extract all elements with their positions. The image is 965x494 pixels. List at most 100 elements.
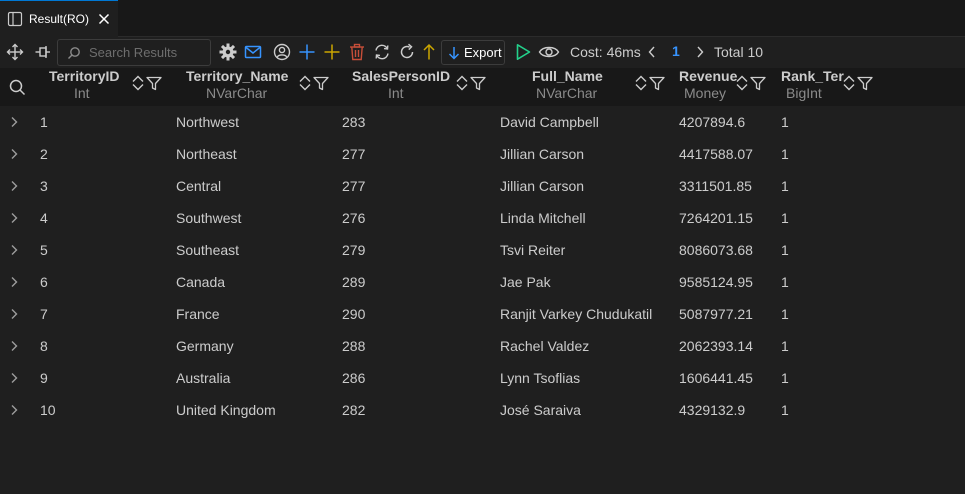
cell-salesperson-id[interactable]: 282	[342, 402, 365, 418]
cell-salesperson-id[interactable]: 290	[342, 306, 365, 322]
cell-territory-name[interactable]: Australia	[176, 370, 230, 386]
cell-salesperson-id[interactable]: 279	[342, 242, 365, 258]
chevron-right-icon[interactable]	[9, 340, 19, 352]
chevron-right-icon[interactable]	[9, 244, 19, 256]
table-row[interactable]: 7 France 290 Ranjit Varkey Chudukatil 508797…	[0, 298, 965, 330]
chevron-right-icon[interactable]	[9, 404, 19, 416]
eye-icon[interactable]	[538, 43, 560, 61]
cell-full-name[interactable]: Ranjit Varkey Chudukatil	[500, 306, 652, 322]
cell-full-name[interactable]: Rachel Valdez	[500, 338, 589, 354]
cell-revenue[interactable]: 4329132.9	[679, 402, 745, 418]
cell-full-name[interactable]: Jae Pak	[500, 274, 551, 290]
chevron-right-icon[interactable]	[9, 116, 19, 128]
chevron-right-icon[interactable]	[9, 212, 19, 224]
cell-revenue[interactable]: 8086073.68	[679, 242, 753, 258]
table-row[interactable]: 6 Canada 289 Jae Pak 9585124.95 1	[0, 266, 965, 298]
cell-revenue[interactable]: 4417588.07	[679, 146, 753, 162]
cell-salesperson-id[interactable]: 286	[342, 370, 365, 386]
cell-territory-id[interactable]: 6	[40, 274, 48, 290]
cell-full-name[interactable]: Linda Mitchell	[500, 210, 586, 226]
chevron-left-icon[interactable]	[646, 44, 658, 60]
sort-icon[interactable]	[735, 75, 749, 91]
cell-territory-name[interactable]: Southeast	[176, 242, 239, 258]
cell-territory-name[interactable]: Southwest	[176, 210, 241, 226]
cell-revenue[interactable]: 1606441.45	[679, 370, 753, 386]
export-button[interactable]: Export	[441, 40, 505, 65]
cell-salesperson-id[interactable]: 289	[342, 274, 365, 290]
cell-full-name[interactable]: Tsvi Reiter	[500, 242, 565, 258]
chevron-right-icon[interactable]	[9, 372, 19, 384]
cell-territory-name[interactable]: Germany	[176, 338, 234, 354]
search-results-field[interactable]	[57, 39, 211, 66]
cell-revenue[interactable]: 7264201.15	[679, 210, 753, 226]
filter-icon[interactable]	[649, 76, 665, 91]
cell-territory-name[interactable]: France	[176, 306, 220, 322]
sync-icon[interactable]	[373, 43, 391, 61]
table-row[interactable]: 1 Northwest 283 David Campbell 4207894.6 1	[0, 106, 965, 138]
chevron-right-icon[interactable]	[9, 308, 19, 320]
cell-full-name[interactable]: José Saraiva	[500, 402, 581, 418]
filter-icon[interactable]	[470, 76, 486, 91]
sort-icon[interactable]	[842, 75, 856, 91]
chevron-right-icon[interactable]	[9, 180, 19, 192]
chevron-right-icon[interactable]	[694, 44, 706, 60]
tab-result[interactable]: Result(RO)	[0, 0, 118, 37]
table-row[interactable]: 5 Southeast 279 Tsvi Reiter 8086073.68 1	[0, 234, 965, 266]
filter-icon[interactable]	[750, 76, 766, 91]
cell-revenue[interactable]: 9585124.95	[679, 274, 753, 290]
search-results-input[interactable]	[89, 45, 199, 60]
cell-full-name[interactable]: Jillian Carson	[500, 146, 584, 162]
cell-rank-ter[interactable]: 1	[781, 274, 789, 290]
filter-icon[interactable]	[146, 76, 162, 91]
gear-icon[interactable]	[219, 43, 237, 61]
cell-salesperson-id[interactable]: 277	[342, 178, 365, 194]
cell-full-name[interactable]: Lynn Tsoflias	[500, 370, 580, 386]
sort-icon[interactable]	[131, 75, 145, 91]
close-icon[interactable]	[97, 12, 111, 26]
cell-rank-ter[interactable]: 1	[781, 114, 789, 130]
cell-rank-ter[interactable]: 1	[781, 370, 789, 386]
table-row[interactable]: 8 Germany 288 Rachel Valdez 2062393.14 1	[0, 330, 965, 362]
cell-territory-name[interactable]: Northwest	[176, 114, 239, 130]
cell-rank-ter[interactable]: 1	[781, 306, 789, 322]
cell-salesperson-id[interactable]: 276	[342, 210, 365, 226]
cell-revenue[interactable]: 4207894.6	[679, 114, 745, 130]
sort-icon[interactable]	[298, 75, 312, 91]
filter-icon[interactable]	[313, 76, 329, 91]
cell-full-name[interactable]: David Campbell	[500, 114, 599, 130]
cell-rank-ter[interactable]: 1	[781, 210, 789, 226]
cell-full-name[interactable]: Jillian Carson	[500, 178, 584, 194]
pin-icon[interactable]	[34, 43, 52, 61]
table-row[interactable]: 4 Southwest 276 Linda Mitchell 7264201.15 1	[0, 202, 965, 234]
cell-territory-id[interactable]: 9	[40, 370, 48, 386]
page-number[interactable]: 1	[672, 43, 680, 59]
cell-revenue[interactable]: 2062393.14	[679, 338, 753, 354]
arrow-up-icon[interactable]	[420, 43, 438, 61]
cell-salesperson-id[interactable]: 283	[342, 114, 365, 130]
cell-territory-id[interactable]: 2	[40, 146, 48, 162]
chevron-right-icon[interactable]	[9, 276, 19, 288]
cell-territory-id[interactable]: 10	[40, 402, 56, 418]
add-row-icon[interactable]	[298, 43, 316, 61]
cell-territory-name[interactable]: Northeast	[176, 146, 237, 162]
table-row[interactable]: 3 Central 277 Jillian Carson 3311501.85 1	[0, 170, 965, 202]
table-row[interactable]: 9 Australia 286 Lynn Tsoflias 1606441.45 1	[0, 362, 965, 394]
move-icon[interactable]	[6, 43, 24, 61]
search-icon[interactable]	[8, 78, 26, 96]
refresh-icon[interactable]	[398, 43, 416, 61]
cell-territory-id[interactable]: 4	[40, 210, 48, 226]
cell-territory-id[interactable]: 3	[40, 178, 48, 194]
cell-territory-name[interactable]: Canada	[176, 274, 225, 290]
cell-rank-ter[interactable]: 1	[781, 402, 789, 418]
cell-territory-id[interactable]: 7	[40, 306, 48, 322]
cell-salesperson-id[interactable]: 288	[342, 338, 365, 354]
cell-rank-ter[interactable]: 1	[781, 146, 789, 162]
cell-territory-name[interactable]: Central	[176, 178, 221, 194]
trash-icon[interactable]	[348, 43, 366, 61]
cell-territory-id[interactable]: 8	[40, 338, 48, 354]
cell-territory-id[interactable]: 5	[40, 242, 48, 258]
table-row[interactable]: 10 United Kingdom 282 José Saraiva 4329132.9…	[0, 394, 965, 426]
cell-salesperson-id[interactable]: 277	[342, 146, 365, 162]
cell-revenue[interactable]: 3311501.85	[679, 178, 752, 194]
cell-rank-ter[interactable]: 1	[781, 178, 789, 194]
